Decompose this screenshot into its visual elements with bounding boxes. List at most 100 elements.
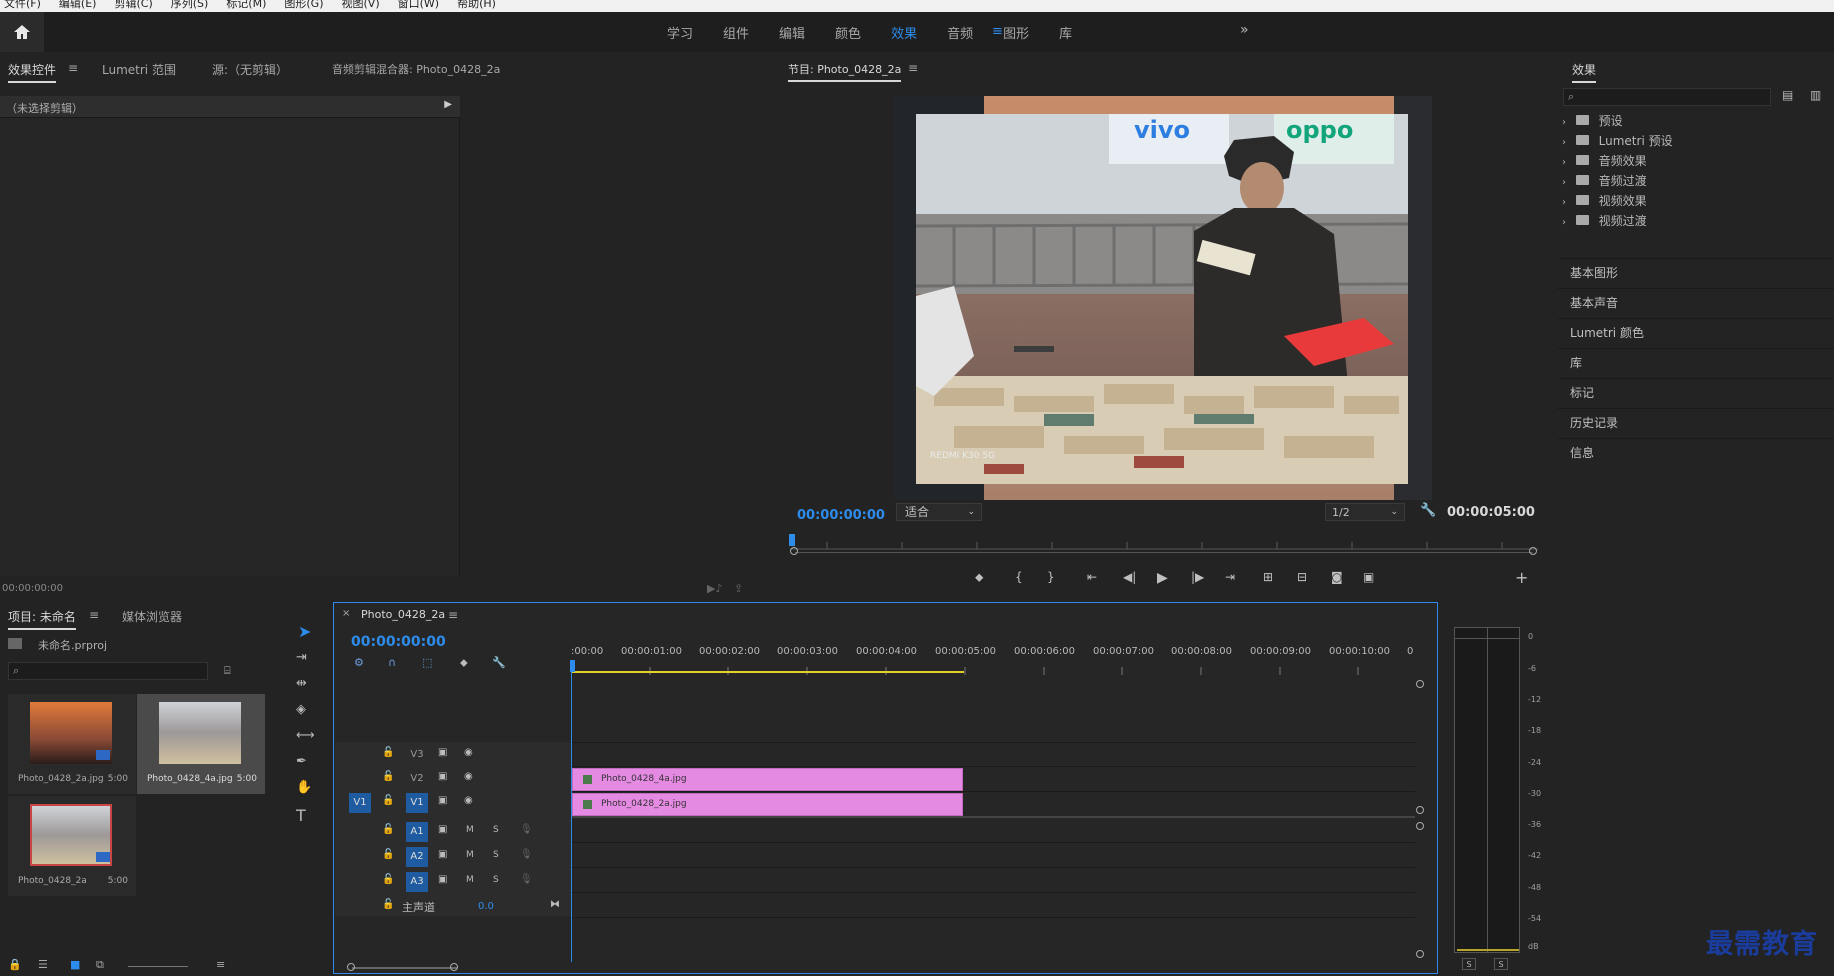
home-button[interactable] <box>0 12 44 52</box>
list-view-icon[interactable]: ☰ <box>38 958 48 971</box>
effects-search-input[interactable]: ⌕ <box>1563 88 1771 106</box>
meter-solo-left[interactable]: S <box>1462 958 1476 970</box>
step-forward-icon[interactable]: |▶ <box>1191 570 1204 584</box>
mic-icon[interactable]: 🎙 <box>520 824 533 835</box>
snap-icon[interactable]: ∩ <box>388 656 396 669</box>
tab-effect-controls[interactable]: 效果控件 <box>8 61 57 83</box>
solo-button[interactable]: S <box>493 850 499 860</box>
mute-button[interactable]: M <box>466 850 474 860</box>
accelerated-effects-icon[interactable]: ▥ <box>1810 88 1821 102</box>
timeline-timecode[interactable]: 00:00:00:00 <box>351 634 446 650</box>
effects-item-video-effects[interactable]: › 视频效果 <box>1562 192 1647 212</box>
play-icon[interactable]: ▶ <box>1157 570 1168 586</box>
lock-icon[interactable]: 🔓 <box>382 771 394 782</box>
effects-item-audio-effects[interactable]: › 音频效果 <box>1562 152 1647 172</box>
fit-select[interactable]: 适合 ⌄ <box>896 503 982 521</box>
menu-view[interactable]: 视图(V) <box>342 0 380 10</box>
expand-arrow-icon[interactable]: ▶ <box>444 99 452 110</box>
sync-lock-icon[interactable]: ▣ <box>438 824 447 835</box>
timeline-settings-icon[interactable]: 🔧 <box>492 656 506 669</box>
tab-project[interactable]: 项目: 未命名 <box>8 608 76 630</box>
linked-selection-icon[interactable]: ⬚ <box>422 656 432 669</box>
audio-vscroll-handle-bottom[interactable] <box>1416 950 1424 958</box>
sync-lock-icon[interactable]: ▣ <box>438 874 447 885</box>
timeline-hscroll[interactable] <box>352 967 457 969</box>
slip-icon[interactable]: ⟷ <box>296 728 315 743</box>
project-item-1[interactable]: Photo_0428_2a.jpg 5:00 <box>8 694 136 794</box>
project-search-input[interactable]: ⌕ <box>8 662 208 680</box>
nest-icon[interactable]: ⚙ <box>354 656 364 669</box>
hscroll-handle-left[interactable] <box>347 963 355 971</box>
effects-item-presets[interactable]: › 预设 <box>1562 112 1623 132</box>
source-patch-v1[interactable]: V1 <box>349 793 371 813</box>
menu-marker[interactable]: 标记(M) <box>226 0 266 10</box>
program-scrub-bar[interactable] <box>790 536 1538 550</box>
lock-icon[interactable]: 🔓 <box>382 824 394 835</box>
master-expand-icon[interactable]: ⧓ <box>550 899 560 910</box>
program-playhead-timecode[interactable]: 00:00:00:00 <box>797 508 885 523</box>
add-button-icon[interactable]: + <box>1515 568 1528 587</box>
lock-icon[interactable]: 🔓 <box>382 849 394 860</box>
lift-icon[interactable]: ⊞ <box>1263 570 1273 584</box>
lock-icon[interactable]: 🔓 <box>382 874 394 885</box>
add-marker-icon[interactable]: ⬥ <box>975 570 983 585</box>
panel-libraries[interactable]: 库 <box>1558 348 1834 377</box>
ripple-edit-icon[interactable]: ⇹ <box>296 676 307 691</box>
export-frame-icon[interactable]: ◙ <box>1331 570 1343 584</box>
workspace-editing[interactable]: 编辑 <box>779 23 805 42</box>
menu-clip[interactable]: 剪辑(C) <box>114 0 152 10</box>
timeline-sequence-tab[interactable]: Photo_0428_2a <box>361 608 445 621</box>
sync-lock-icon[interactable]: ▣ <box>438 747 447 758</box>
vscroll-handle-bottom[interactable] <box>1416 806 1424 814</box>
workspace-assembly[interactable]: 组件 <box>723 23 749 42</box>
workspace-learn[interactable]: 学习 <box>667 23 693 42</box>
mark-out-icon[interactable]: } <box>1047 570 1055 584</box>
find-icon[interactable]: ⌸ <box>224 664 231 678</box>
eye-icon[interactable]: ◉ <box>464 771 473 782</box>
eye-icon[interactable]: ◉ <box>464 747 473 758</box>
panel-lumetri-color[interactable]: Lumetri 颜色 <box>1558 318 1834 347</box>
panel-markers[interactable]: 标记 <box>1558 378 1834 407</box>
clip-v2[interactable]: Photo_0428_4a.jpg <box>572 768 963 791</box>
timeline-marker-icon[interactable]: ⬥ <box>460 656 468 670</box>
type-tool-icon[interactable]: T <box>296 806 306 825</box>
new-preset-bin-icon[interactable]: ▤ <box>1782 88 1793 102</box>
wrench-icon[interactable]: 🔧 <box>1420 503 1436 518</box>
solo-button[interactable]: S <box>493 875 499 885</box>
menu-window[interactable]: 窗口(W) <box>398 0 439 10</box>
pen-icon[interactable]: ✒ <box>296 754 307 769</box>
go-to-out-icon[interactable]: ⇥ <box>1225 570 1235 584</box>
sync-lock-icon[interactable]: ▣ <box>438 795 447 806</box>
mute-button[interactable]: M <box>466 825 474 835</box>
program-menu-icon[interactable]: ≡ <box>908 61 918 75</box>
work-area-bar[interactable] <box>571 671 964 673</box>
panel-menu-icon[interactable]: ≡ <box>68 61 78 75</box>
master-volume-value[interactable]: 0.0 <box>478 901 494 912</box>
icon-view-icon[interactable]: ■ <box>70 958 80 971</box>
lock-icon[interactable]: 🔓 <box>382 747 394 758</box>
razor-icon[interactable]: ◈ <box>296 702 306 717</box>
timeline-menu-icon[interactable]: ≡ <box>448 608 458 622</box>
workspace-audio[interactable]: 音频 <box>947 23 973 42</box>
workspace-menu-icon[interactable]: ≡ <box>992 24 1003 39</box>
tab-audio-clip-mixer[interactable]: 音频剪辑混合器: Photo_0428_2a <box>332 61 500 77</box>
mark-in-icon[interactable]: { <box>1015 570 1023 584</box>
workspace-libraries[interactable]: 库 <box>1059 23 1072 42</box>
eye-icon[interactable]: ◉ <box>464 795 473 806</box>
meter-solo-right[interactable]: S <box>1494 958 1508 970</box>
track-target-a1[interactable]: A1 <box>406 822 428 842</box>
workspace-overflow-icon[interactable]: » <box>1240 22 1249 38</box>
track-target-v1[interactable]: V1 <box>406 793 428 813</box>
close-icon[interactable]: × <box>342 608 350 619</box>
track-target-a2[interactable]: A2 <box>406 847 428 867</box>
sort-icon[interactable]: ≡ <box>216 958 225 971</box>
lock-icon[interactable]: 🔒 <box>8 958 22 971</box>
effects-item-video-transitions[interactable]: › 视频过渡 <box>1562 212 1647 232</box>
menu-edit[interactable]: 编辑(E) <box>59 0 97 10</box>
sync-lock-icon[interactable]: ▣ <box>438 849 447 860</box>
extract-icon[interactable]: ⊟ <box>1297 570 1307 584</box>
mic-icon[interactable]: 🎙 <box>520 874 533 885</box>
step-back-icon[interactable]: ◀| <box>1123 570 1136 584</box>
tab-lumetri-scopes[interactable]: Lumetri 范围 <box>102 61 176 78</box>
zoom-bar[interactable] <box>795 552 1533 553</box>
